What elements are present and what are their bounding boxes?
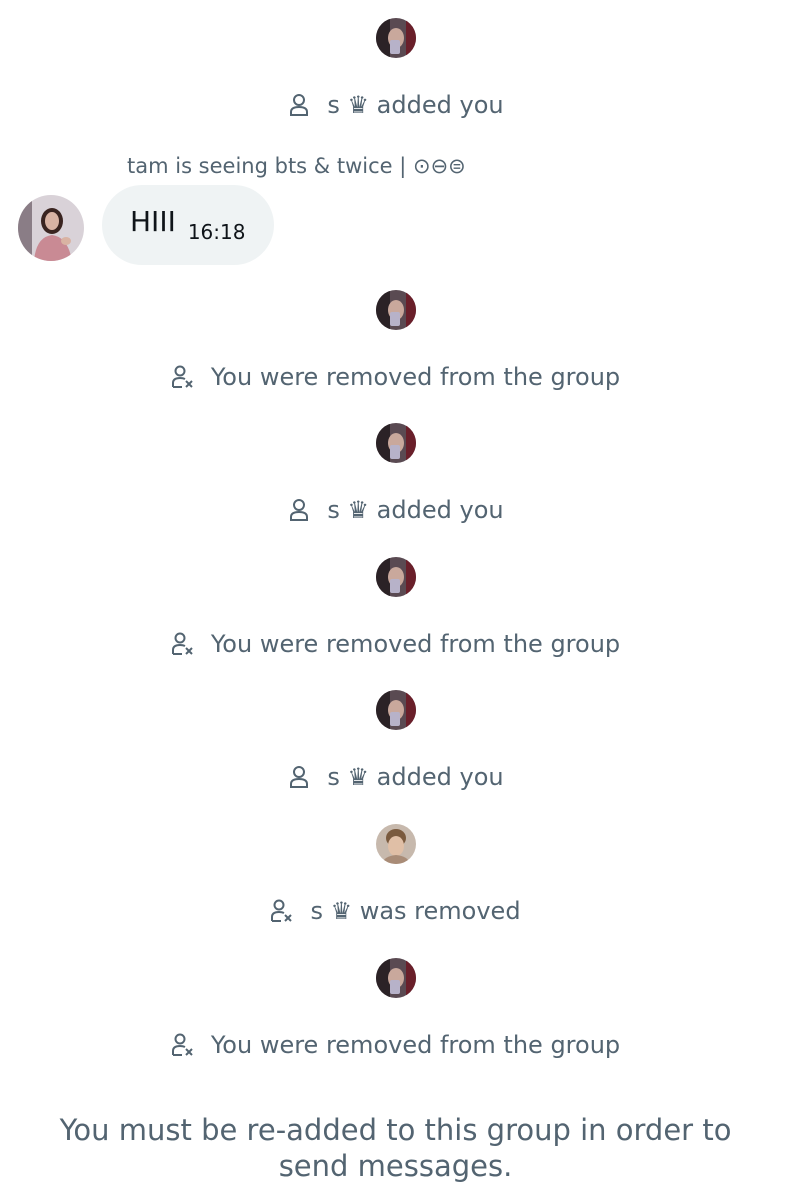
event-text: s ♛ was removed bbox=[310, 897, 521, 925]
avatar[interactable] bbox=[375, 18, 416, 58]
event-text: You were removed from the group bbox=[210, 1031, 621, 1059]
event-line: s ♛ added you bbox=[287, 495, 504, 525]
avatar[interactable] bbox=[375, 290, 416, 330]
event-text: You were removed from the group bbox=[210, 630, 621, 658]
message-text: HIII bbox=[130, 205, 176, 238]
avatar[interactable] bbox=[375, 824, 416, 864]
event-line: s ♛ added you bbox=[287, 90, 504, 120]
event-line: You were removed from the group bbox=[171, 629, 620, 659]
event-line: s ♛ was removed bbox=[270, 896, 521, 926]
message-time: 16:18 bbox=[187, 220, 246, 244]
person-icon bbox=[287, 764, 311, 790]
system-event: You were removed from the group bbox=[0, 958, 791, 1068]
sender-avatar[interactable] bbox=[18, 195, 84, 261]
person-remove-icon bbox=[171, 631, 195, 657]
readd-notice: You must be re-added to this group in or… bbox=[0, 1112, 791, 1184]
person-remove-icon bbox=[171, 1032, 195, 1058]
sender-name[interactable]: tam is seeing bts & twice | ⊙⊖⊜ bbox=[127, 152, 466, 180]
avatar[interactable] bbox=[375, 690, 416, 730]
readd-notice-line1: You must be re-added to this group in or… bbox=[59, 1113, 732, 1147]
readd-notice-line2: send messages. bbox=[278, 1149, 513, 1183]
event-line: You were removed from the group bbox=[171, 1030, 620, 1060]
system-event: s ♛ was removed bbox=[0, 824, 791, 934]
system-event: You were removed from the group bbox=[0, 557, 791, 667]
event-text: s ♛ added you bbox=[327, 763, 504, 791]
event-text: You were removed from the group bbox=[210, 363, 621, 391]
system-event: You were removed from the group bbox=[0, 290, 791, 400]
event-text: s ♛ added you bbox=[327, 496, 504, 524]
message-bubble[interactable]: HIII 16:18 bbox=[102, 185, 274, 265]
person-remove-icon bbox=[171, 364, 195, 390]
person-icon bbox=[287, 497, 311, 523]
event-text: s ♛ added you bbox=[327, 91, 504, 119]
avatar[interactable] bbox=[375, 557, 416, 597]
system-event: s ♛ added you bbox=[0, 423, 791, 533]
event-line: s ♛ added you bbox=[287, 762, 504, 792]
avatar[interactable] bbox=[375, 958, 416, 998]
system-event: s ♛ added you bbox=[0, 18, 791, 128]
avatar[interactable] bbox=[375, 423, 416, 463]
event-line: You were removed from the group bbox=[171, 362, 620, 392]
system-event: s ♛ added you bbox=[0, 690, 791, 800]
person-remove-icon bbox=[270, 898, 294, 924]
person-icon bbox=[287, 92, 311, 118]
